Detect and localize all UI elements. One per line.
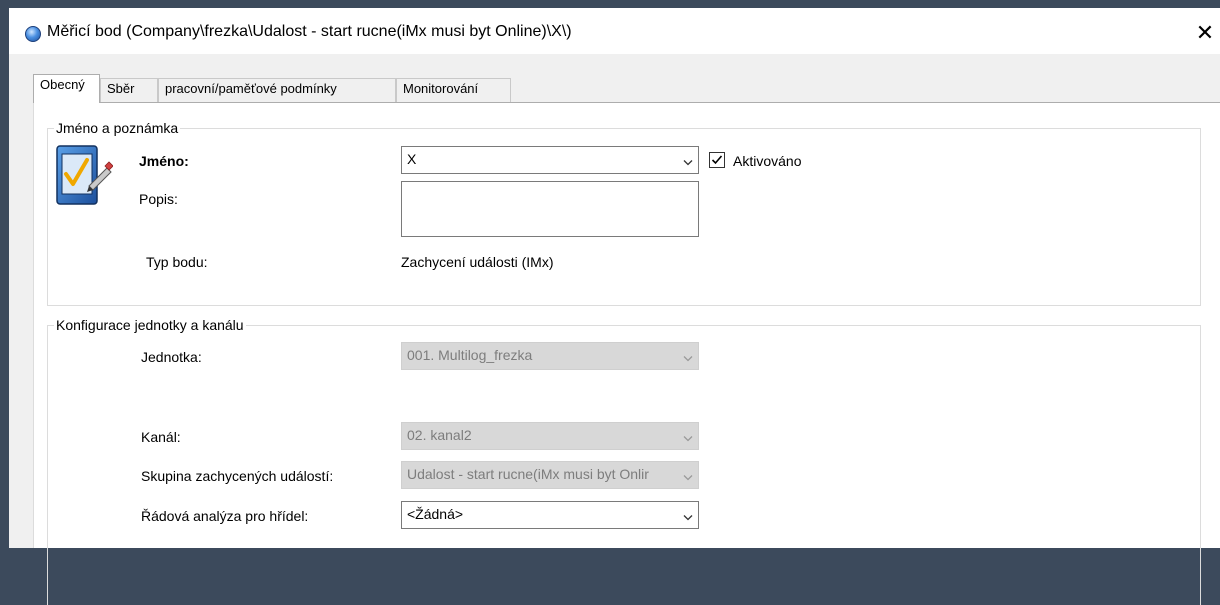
unit-channel-config-legend: Konfigurace jednotky a kanálu xyxy=(54,317,246,333)
chevron-down-icon xyxy=(683,350,693,362)
name-combobox[interactable]: X xyxy=(401,146,699,174)
description-label: Popis: xyxy=(139,191,178,207)
window-title: Měřicí bod (Company\frezka\Udalost - sta… xyxy=(47,23,572,40)
channel-value: 02. kanal2 xyxy=(407,427,472,443)
unit-label: Jednotka: xyxy=(141,349,202,365)
order-analysis-combobox[interactable]: <Žádná> xyxy=(401,501,699,529)
name-value: X xyxy=(407,151,417,167)
unit-combobox[interactable]: 001. Multilog_frezka xyxy=(401,342,699,370)
event-group-combobox[interactable]: Udalost - start rucne(iMx musi byt Onlir xyxy=(401,461,699,489)
channel-label: Kanál: xyxy=(141,429,181,445)
unit-channel-config-group: Konfigurace jednotky a kanálu Jednotka: … xyxy=(47,317,1201,605)
point-type-label: Typ bodu: xyxy=(146,254,208,270)
dialog-client-area: Obecný Sběr pracovní/paměťové podmínky M… xyxy=(9,54,1220,605)
order-analysis-label: Řádová analýza pro hřídel: xyxy=(141,508,309,524)
chevron-down-icon xyxy=(683,430,693,442)
tab-collection[interactable]: Sběr xyxy=(100,78,158,102)
event-group-value: Udalost - start rucne(iMx musi byt Onlir xyxy=(407,466,649,482)
measurement-point-icon xyxy=(53,142,114,214)
active-checkbox[interactable] xyxy=(709,152,725,168)
title-bar: Měřicí bod (Company\frezka\Udalost - sta… xyxy=(9,8,1220,54)
chevron-down-icon xyxy=(683,154,693,166)
order-analysis-value: <Žádná> xyxy=(407,506,464,522)
unit-value: 001. Multilog_frezka xyxy=(407,347,533,363)
tab-monitoring[interactable]: Monitorování xyxy=(396,78,511,102)
name-label: Jméno: xyxy=(139,153,189,169)
tab-panel-general: Jméno a poznámka Jméno: X Aktivováno Pop… xyxy=(33,102,1220,605)
point-type-value: Zachycení události (IMx) xyxy=(401,254,554,270)
event-group-label: Skupina zachycených událostí: xyxy=(141,468,334,484)
active-label: Aktivováno xyxy=(733,153,802,169)
channel-combobox[interactable]: 02. kanal2 xyxy=(401,422,699,450)
name-note-group: Jméno a poznámka Jméno: X Aktivováno Pop… xyxy=(47,120,1201,306)
chevron-down-icon xyxy=(683,469,693,481)
chevron-down-icon xyxy=(683,509,693,521)
tab-general[interactable]: Obecný xyxy=(33,74,100,103)
tab-operating-conditions[interactable]: pracovní/paměťové podmínky xyxy=(158,78,396,102)
name-note-legend: Jméno a poznámka xyxy=(54,120,181,136)
close-button[interactable]: ✕ xyxy=(1190,20,1220,46)
dialog-window: Měřicí bod (Company\frezka\Udalost - sta… xyxy=(9,8,1220,605)
app-globe-icon xyxy=(25,26,41,42)
description-textarea[interactable] xyxy=(401,181,699,237)
